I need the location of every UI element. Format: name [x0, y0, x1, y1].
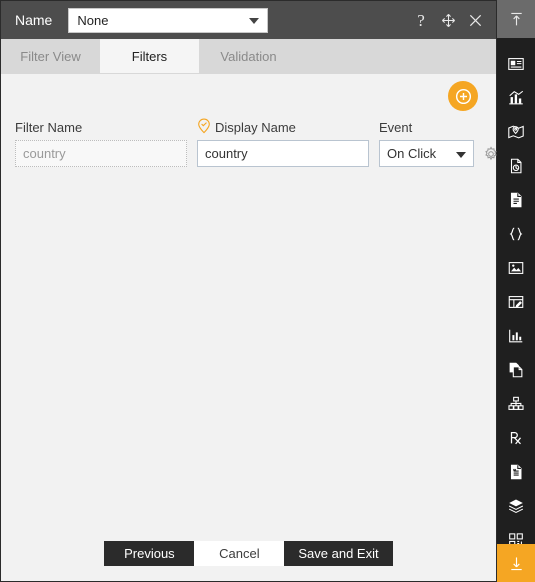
prescription-rx-icon[interactable]	[497, 421, 535, 455]
tab-filters[interactable]: Filters	[100, 39, 199, 73]
event-dropdown[interactable]: On Click	[379, 140, 474, 167]
download-arrow-icon[interactable]	[497, 544, 535, 582]
tab-validation[interactable]: Validation	[199, 39, 298, 73]
filter-column-headers: Filter Name Display Name Event	[15, 118, 482, 137]
document-text-icon[interactable]	[497, 183, 535, 217]
right-toolbar-rail	[497, 0, 535, 582]
code-braces-icon[interactable]	[497, 217, 535, 251]
question-mark-icon[interactable]: ?	[412, 10, 430, 30]
tab-strip: Filter View Filters Validation	[1, 39, 496, 74]
event-dropdown-value: On Click	[387, 146, 437, 161]
filter-name-input[interactable]	[15, 140, 187, 167]
grid-blocks-icon[interactable]	[497, 523, 535, 544]
copy-document-icon[interactable]	[497, 353, 535, 387]
tab-filter-view-label: Filter View	[20, 48, 81, 64]
display-name-header: Display Name	[197, 118, 369, 137]
cancel-button[interactable]: Cancel	[194, 540, 285, 566]
report-document-icon[interactable]	[497, 455, 535, 489]
filters-dialog: Name None ? Filter View Filters Validati…	[0, 0, 519, 582]
move-cross-icon[interactable]	[439, 10, 457, 30]
save-and-exit-button[interactable]: Save and Exit	[284, 540, 393, 566]
layers-stack-icon[interactable]	[497, 489, 535, 523]
dialog-footer: Previous Cancel Save and Exit	[1, 524, 496, 581]
close-x-icon[interactable]	[466, 10, 484, 30]
add-filter-row	[15, 74, 482, 118]
name-dropdown[interactable]: None	[68, 7, 269, 33]
dialog-body: Filter Name Display Name Event country c…	[1, 74, 519, 524]
filters-dialog-screen: Name None ? Filter View Filters Validati…	[0, 0, 535, 582]
image-icon[interactable]	[497, 251, 535, 285]
display-name-header-label: Display Name	[215, 120, 296, 135]
display-name-input[interactable]	[197, 140, 369, 167]
tab-filters-label: Filters	[131, 48, 168, 64]
chevron-down-icon	[456, 151, 466, 158]
dialog-titlebar: Name None ?	[1, 1, 496, 39]
add-filter-button[interactable]	[448, 81, 478, 111]
collapse-up-icon[interactable]	[497, 0, 535, 38]
filter-name-header-label: Filter Name	[15, 120, 83, 135]
rail-icon-list	[497, 38, 535, 544]
table-row: On Click	[15, 140, 519, 167]
titlebar-actions: ?	[412, 10, 488, 30]
map-pin-check-icon	[197, 118, 211, 137]
name-label: Name	[15, 12, 53, 28]
event-header: Event	[379, 120, 474, 135]
previous-button[interactable]: Previous	[104, 540, 195, 566]
hierarchy-icon[interactable]	[497, 387, 535, 421]
tab-filter-view[interactable]: Filter View	[1, 39, 100, 73]
document-refresh-icon[interactable]	[497, 149, 535, 183]
bar-chart-icon[interactable]	[497, 81, 535, 115]
event-header-label: Event	[379, 120, 413, 135]
filter-name-header: Filter Name	[15, 120, 187, 135]
tab-validation-label: Validation	[220, 48, 277, 64]
sparkline-chart-icon[interactable]	[497, 319, 535, 353]
table-edit-icon[interactable]	[497, 285, 535, 319]
name-dropdown-value: None	[77, 12, 109, 28]
chevron-down-icon	[249, 18, 260, 24]
map-icon[interactable]	[497, 115, 535, 149]
dashboard-panel-icon[interactable]	[497, 47, 535, 81]
